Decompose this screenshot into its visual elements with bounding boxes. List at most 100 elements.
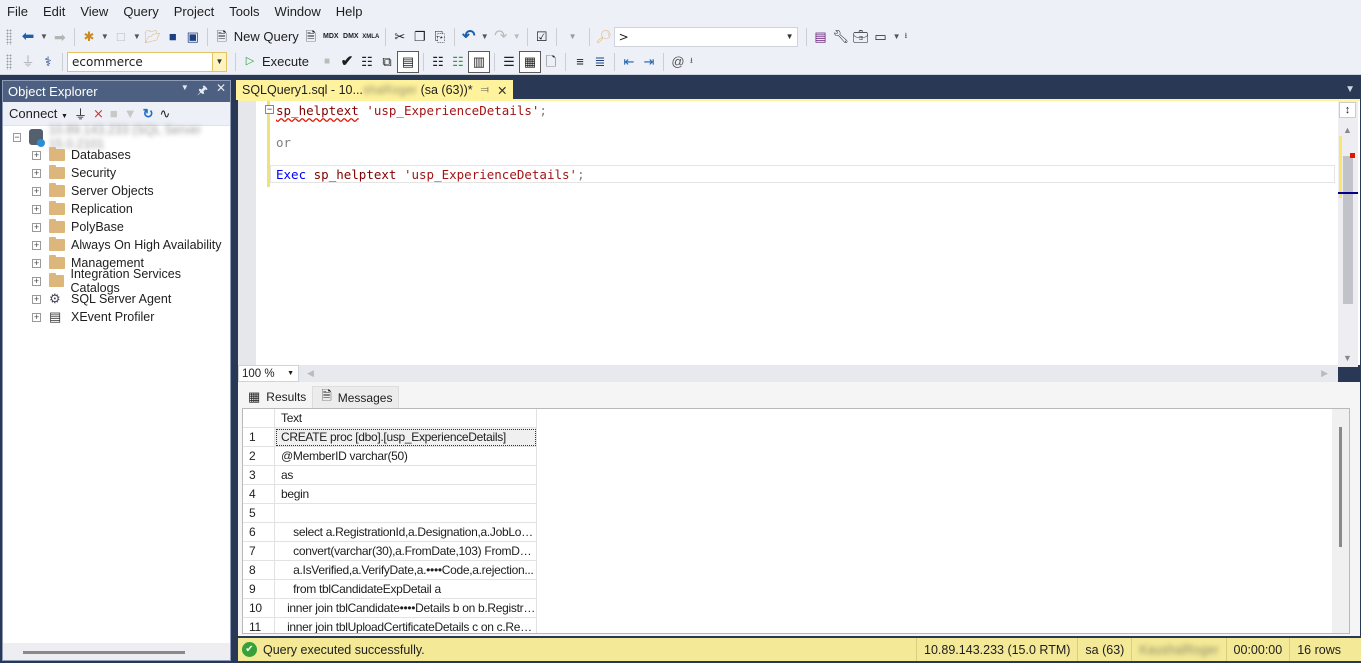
intellisense-toggle-button[interactable]: ▤ (396, 50, 419, 73)
toolbox-button[interactable]: 💼︎ (851, 26, 871, 48)
new-query-button[interactable]: 🗎︎ New Query (212, 26, 301, 48)
display-estimated-plan-button[interactable]: ☷ (357, 51, 377, 73)
stop-icon[interactable]: ■ (110, 106, 118, 121)
comment-button[interactable]: ≡ (570, 51, 590, 73)
toolbar-grip[interactable] (6, 53, 12, 70)
expand-icon[interactable]: + (32, 294, 41, 304)
live-query-stats-button[interactable]: ☷ (448, 51, 468, 73)
split-window-icon[interactable]: ↕ (1339, 102, 1356, 118)
results-to-text-button[interactable]: ☰ (499, 51, 519, 73)
grid-cell-text[interactable]: as (275, 466, 537, 485)
pin-tab-icon[interactable]: ⫤ (481, 84, 489, 97)
pin-icon[interactable]: 🖈︎ (197, 81, 208, 102)
xmla-query-button[interactable]: XMLA (361, 26, 381, 48)
undo-dropdown-icon[interactable]: ▼ (481, 32, 489, 41)
grid-cell-text[interactable] (275, 504, 537, 523)
scrollbar-thumb[interactable] (23, 651, 185, 654)
expand-icon[interactable]: + (32, 240, 41, 250)
row-number[interactable]: 3 (243, 466, 275, 485)
new-project-button[interactable]: ✱ (79, 26, 99, 48)
grid-row[interactable]: 11 inner join tblUploadCertificateDetail… (243, 618, 537, 633)
expand-icon[interactable]: + (32, 258, 41, 268)
row-number[interactable]: 2 (243, 447, 275, 466)
tree-node-xevent-profiler[interactable]: + ▤ XEvent Profiler (3, 308, 230, 326)
query-editor[interactable]: − sp_helptext 'usp_ExperienceDetails'; o… (238, 99, 1360, 367)
close-tab-icon[interactable]: ✕ (497, 83, 507, 98)
paste-button[interactable]: ⎘ (430, 26, 450, 48)
copy-button[interactable]: ❐ (410, 26, 430, 48)
results-to-file-button[interactable]: 🗋︎ (541, 51, 561, 73)
grid-row[interactable]: 6 select a.RegistrationId,a.Designation,… (243, 523, 537, 542)
add-item-button[interactable]: □ (111, 26, 131, 48)
open-file-button[interactable]: 📂︎ (143, 26, 163, 48)
row-number[interactable]: 4 (243, 485, 275, 504)
expand-icon[interactable]: + (32, 150, 41, 160)
mdx-query-button[interactable]: MDX (321, 26, 341, 48)
grid-cell-text[interactable]: begin (275, 485, 537, 504)
collapse-icon[interactable]: − (13, 132, 21, 142)
available-databases-combo[interactable]: ecommerce ▼ (67, 51, 227, 72)
tree-node-replication[interactable]: + Replication (3, 200, 230, 218)
menu-help[interactable]: Help (329, 0, 371, 24)
menu-project[interactable]: Project (167, 0, 222, 24)
menu-edit[interactable]: Edit (36, 0, 73, 24)
cut-button[interactable]: ✂ (390, 26, 410, 48)
grid-cell-text[interactable]: from tblCandidateExpDetail a (275, 580, 537, 599)
grid-row[interactable]: 5 (243, 504, 537, 523)
grid-row[interactable]: 9 from tblCandidateExpDetail a (243, 580, 537, 599)
zoom-combo[interactable]: 100 % ▼ (238, 365, 299, 382)
menu-window[interactable]: Window (268, 0, 329, 24)
save-all-button[interactable]: ▣ (183, 26, 203, 48)
add-item-dropdown-icon[interactable]: ▼ (133, 32, 141, 41)
zoom-dropdown-icon[interactable]: ▼ (287, 370, 298, 377)
row-number[interactable]: 8 (243, 561, 275, 580)
menu-query[interactable]: Query (116, 0, 166, 24)
activity-monitor-button[interactable]: ☑ (532, 26, 552, 48)
execute-button[interactable]: ▷ Execute (240, 51, 311, 73)
scroll-left-icon[interactable]: ◀ (307, 368, 314, 379)
expand-icon[interactable]: + (32, 186, 41, 196)
connect-dropdown-button[interactable]: Connect ▼ (9, 106, 68, 121)
command-window-button[interactable]: ▭ (871, 26, 891, 48)
connect-plug-icon[interactable]: ⏚ (74, 104, 87, 123)
redo-dropdown-icon[interactable]: ▼ (513, 32, 521, 41)
expand-icon[interactable]: + (32, 222, 41, 232)
grid-cell-text[interactable]: convert(varchar(30),a.FromDate,103) From… (275, 542, 537, 561)
scrollbar-thumb[interactable] (1343, 156, 1353, 304)
scroll-down-icon[interactable]: ▼ (1343, 353, 1352, 363)
find-in-files-button[interactable]: 🔎︎ (594, 26, 614, 48)
grid-row[interactable]: 2 @MemberID varchar(50) (243, 447, 537, 466)
find-combo-dropdown-icon[interactable]: ▼ (783, 28, 797, 46)
grid-row[interactable]: 8 a.IsVerified,a.VerifyDate,a.••••Code,a… (243, 561, 537, 580)
scroll-right-icon[interactable]: ▶ (1321, 368, 1328, 379)
grid-cell-text[interactable]: inner join tblCandidate••••Details b on … (275, 599, 537, 618)
find-combo[interactable]: > ▼ (613, 26, 798, 47)
tree-node-security[interactable]: + Security (3, 164, 230, 182)
results-grid[interactable]: Text 1 CREATE proc [dbo].[usp_ExperienceD… (242, 408, 1350, 634)
grid-row[interactable]: 4 begin (243, 485, 537, 504)
grid-row[interactable]: 1 CREATE proc [dbo].[usp_ExperienceDetail… (243, 428, 537, 447)
tree-node-polybase[interactable]: + PolyBase (3, 218, 230, 236)
row-number[interactable]: 11 (243, 618, 275, 633)
scroll-up-icon[interactable]: ▲ (1343, 125, 1352, 135)
column-header-text[interactable]: Text (275, 409, 537, 428)
disconnect-icon[interactable]: ⨯ (93, 106, 104, 122)
forward-button[interactable]: ➡ (50, 26, 70, 48)
menu-file[interactable]: File (0, 0, 36, 24)
visual-studio-button[interactable]: ▤ (811, 26, 831, 48)
parse-button[interactable]: ✔ (337, 51, 357, 73)
row-number[interactable]: 9 (243, 580, 275, 599)
tree-node-server-objects[interactable]: + Server Objects (3, 182, 230, 200)
expand-icon[interactable]: + (32, 204, 41, 214)
decrease-indent-button[interactable]: ⇤ (619, 51, 639, 73)
refresh-icon[interactable]: ↻ (143, 106, 154, 122)
tab-results[interactable]: ▦ Results (240, 386, 313, 408)
new-project-dropdown-icon[interactable]: ▼ (101, 32, 109, 41)
properties-button[interactable]: 🔧︎ (831, 26, 851, 48)
grid-row[interactable]: 3 as (243, 466, 537, 485)
grid-cell-text[interactable]: CREATE proc [dbo].[usp_ExperienceDetails… (275, 428, 537, 447)
toolbar-overflow-icon[interactable]: ⭳ (904, 30, 907, 44)
save-button[interactable]: ■ (163, 26, 183, 48)
cancel-query-button[interactable]: ■ (317, 51, 337, 73)
grid-cell-text[interactable]: inner join tblUploadCertificateDetails c… (275, 618, 537, 633)
